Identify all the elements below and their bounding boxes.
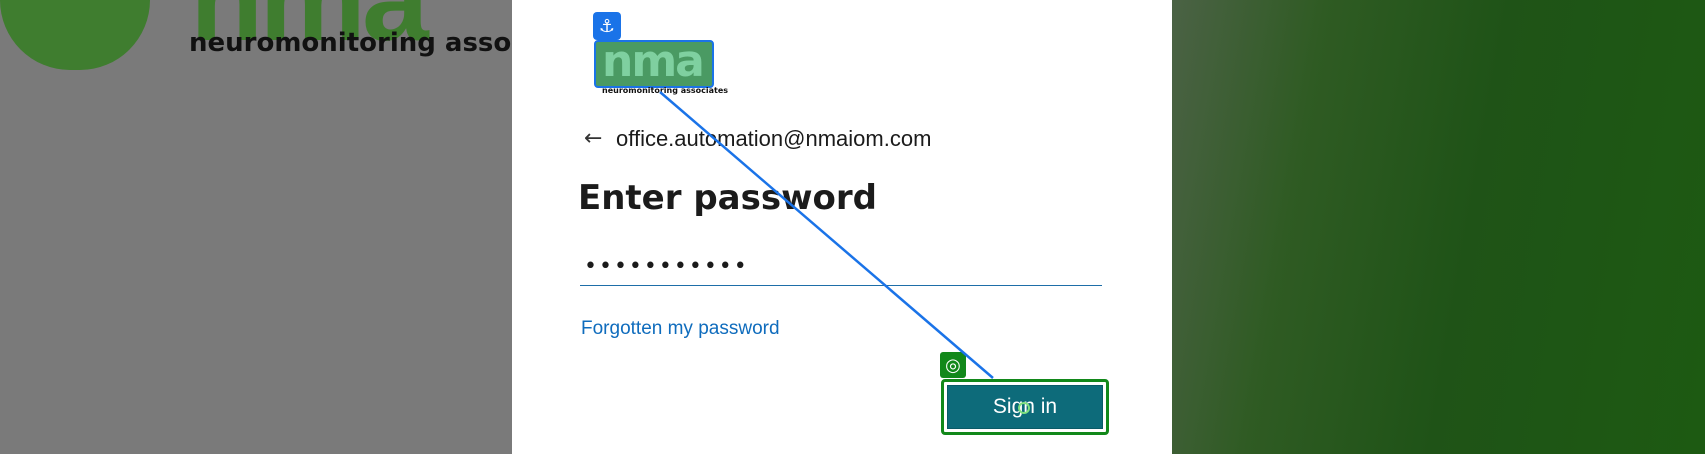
signin-button[interactable]: Sign in [947,385,1103,429]
signin-card: ⚓ nma neuromonitoring associates ← offic… [512,0,1172,454]
background-left-panel: nma neuromonitoring associ [0,0,536,454]
background-right-panel [1172,0,1705,454]
arrow-left-icon[interactable]: ← [584,128,610,150]
company-logo-text: nma [602,36,705,87]
background-logo-mark [0,0,150,70]
company-logo: nma [594,36,714,88]
signin-highlight: Sign in [941,379,1109,435]
forgot-password-link[interactable]: Forgotten my password [581,318,780,340]
background-brand-tagline: neuromonitoring associ [189,28,536,58]
identity-banner: ← office.automation@nmaiom.com [584,126,931,152]
password-field[interactable] [580,248,1102,286]
page-title: Enter password [578,178,877,218]
target-icon: ◎ [940,352,966,378]
company-logo-tagline: neuromonitoring associates [602,86,729,95]
identity-email: office.automation@nmaiom.com [616,126,932,151]
